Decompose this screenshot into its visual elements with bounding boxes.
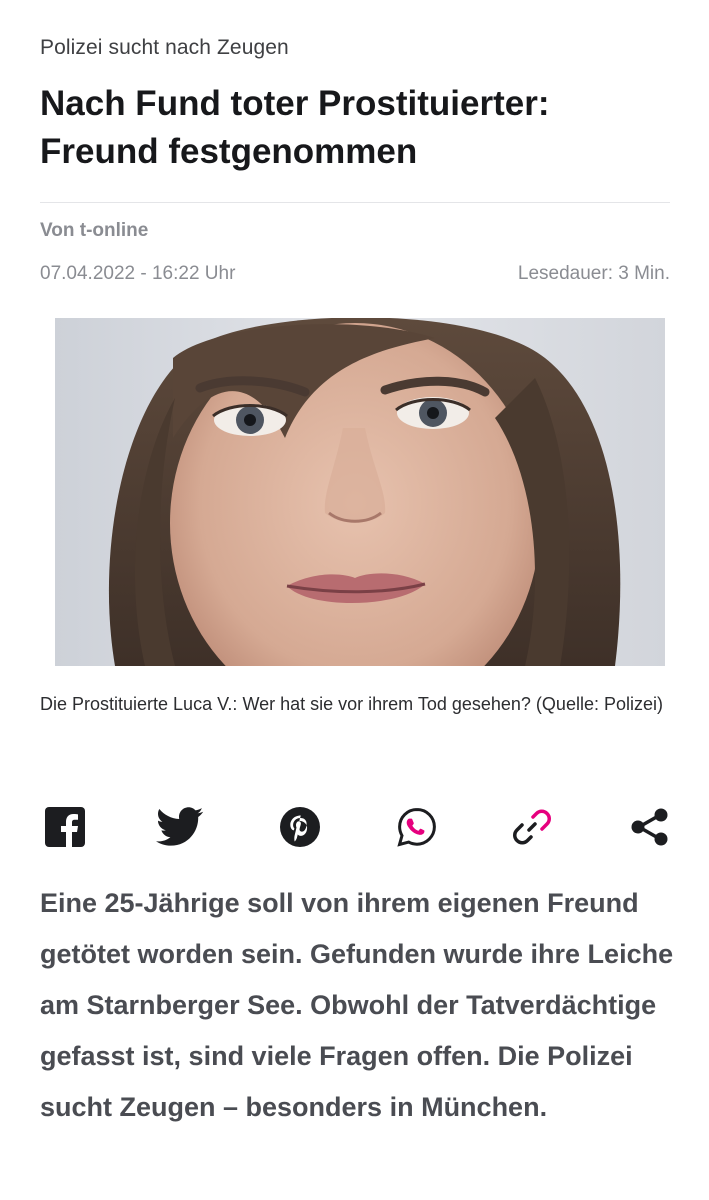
share-bar (40, 802, 670, 852)
copy-link-button[interactable] (507, 802, 557, 852)
article-author[interactable]: Von t-online (40, 220, 148, 242)
share-twitter-button[interactable] (155, 802, 205, 852)
share-icon (631, 808, 668, 846)
article-image[interactable] (55, 318, 665, 666)
share-whatsapp-button[interactable] (392, 802, 442, 852)
facebook-icon (45, 807, 85, 848)
share-pinterest-button[interactable] (275, 802, 325, 852)
article-headline: Nach Fund toter Prostituierter: Freund f… (40, 84, 550, 171)
link-icon (513, 809, 551, 845)
share-facebook-button[interactable] (40, 802, 90, 852)
whatsapp-icon (397, 807, 436, 847)
divider (40, 202, 670, 203)
share-more-button[interactable] (625, 802, 675, 852)
article-lead: Eine 25-Jährige soll von ihrem eigenen F… (40, 888, 674, 1122)
read-time: Lesedauer: 3 Min. (517, 263, 670, 284)
image-caption: Die Prostituierte Luca V.: Wer hat sie v… (40, 694, 663, 714)
twitter-icon (156, 807, 204, 846)
article-kicker: Polizei sucht nach Zeugen (40, 36, 289, 59)
article-date: 07.04.2022 - 16:22 Uhr (40, 263, 236, 284)
pinterest-icon (280, 807, 320, 847)
